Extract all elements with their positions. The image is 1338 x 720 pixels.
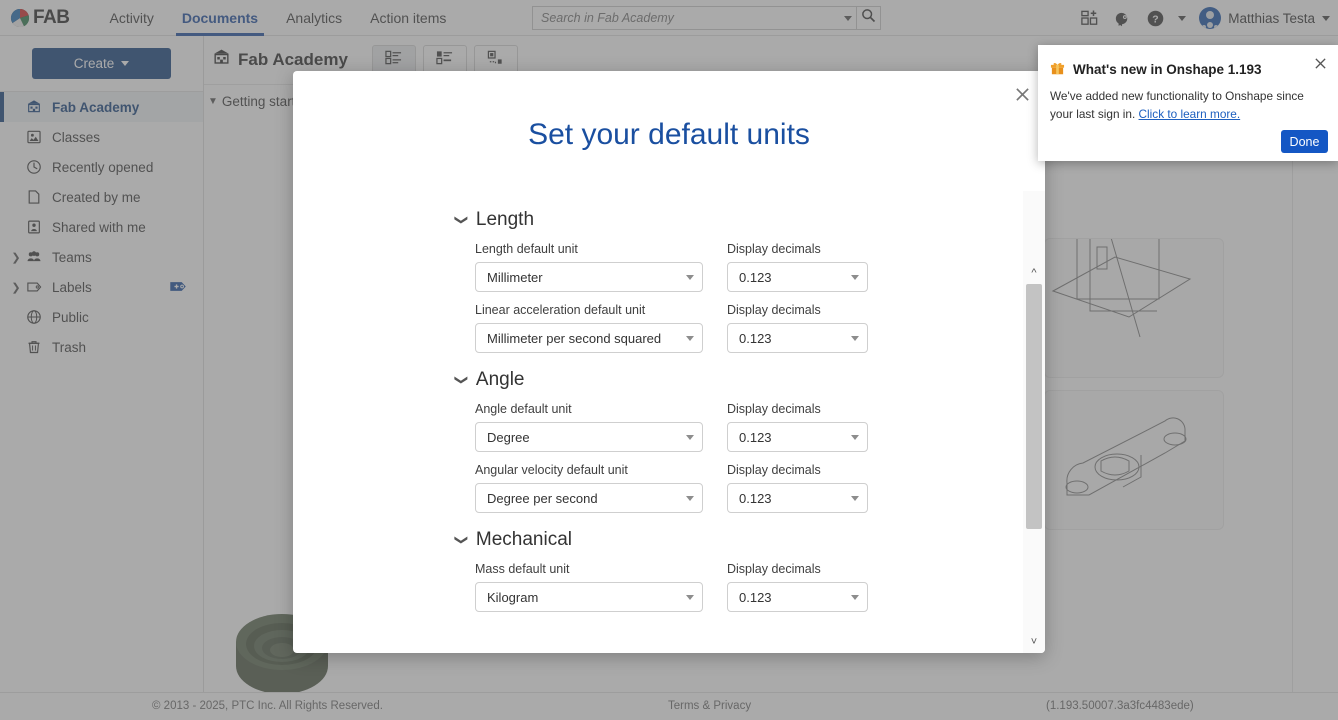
field-label: Display decimals <box>727 402 821 416</box>
field-row: Mass default unit Kilogram Display decim… <box>475 562 1011 612</box>
field-angular-velocity-default-unit: Angular velocity default unit Degree per… <box>475 463 703 513</box>
popover-title-row: What's new in Onshape 1.193 <box>1050 60 1262 78</box>
field-length-decimals: Display decimals 0.123 <box>727 242 868 292</box>
chevron-down-icon <box>851 594 859 600</box>
chevron-down-icon <box>686 335 694 341</box>
angle-decimals-select[interactable]: 0.123 <box>727 422 868 452</box>
field-length-default-unit: Length default unit Millimeter <box>475 242 703 292</box>
field-label: Mass default unit <box>475 562 570 576</box>
field-label: Display decimals <box>727 463 821 477</box>
scroll-up-arrow-icon[interactable]: ^ <box>1023 262 1045 284</box>
field-label: Display decimals <box>727 303 821 317</box>
field-label: Linear acceleration default unit <box>475 303 646 317</box>
select-value: Kilogram <box>487 589 539 605</box>
select-value: Degree <box>487 429 530 445</box>
chevron-down-icon[interactable]: ❯ <box>453 535 469 546</box>
chevron-down-icon <box>851 274 859 280</box>
chevron-down-icon <box>686 434 694 440</box>
done-button[interactable]: Done <box>1281 130 1328 153</box>
mass-decimals-select[interactable]: 0.123 <box>727 582 868 612</box>
select-value: 0.123 <box>739 429 772 445</box>
group-header-length[interactable]: ❯ Length <box>453 209 1011 231</box>
dialog-title: Set your default units <box>528 118 810 151</box>
length-unit-select[interactable]: Millimeter <box>475 262 703 292</box>
dialog-scroll-area: ❯ Length Length default unit Millimeter … <box>293 193 1045 653</box>
chevron-down-icon[interactable]: ❯ <box>453 215 469 226</box>
chevron-down-icon <box>851 434 859 440</box>
scrollbar-track[interactable] <box>1023 284 1045 631</box>
length-decimals-select[interactable]: 0.123 <box>727 262 868 292</box>
close-icon[interactable] <box>1311 54 1329 72</box>
linear-acceleration-unit-select[interactable]: Millimeter per second squared <box>475 323 703 353</box>
field-angular-velocity-decimals: Display decimals 0.123 <box>727 463 868 513</box>
select-value: Millimeter per second squared <box>487 330 662 346</box>
linear-acceleration-decimals-select[interactable]: 0.123 <box>727 323 868 353</box>
close-icon[interactable] <box>1011 83 1033 105</box>
field-row: Linear acceleration default unit Millime… <box>475 303 1011 353</box>
gift-icon <box>1050 60 1065 78</box>
chevron-down-icon <box>686 495 694 501</box>
chevron-down-icon <box>686 594 694 600</box>
group-title: Mechanical <box>475 529 573 550</box>
field-angle-decimals: Display decimals 0.123 <box>727 402 868 452</box>
group-title: Length <box>475 209 535 230</box>
angular-velocity-unit-select[interactable]: Degree per second <box>475 483 703 513</box>
field-angle-default-unit: Angle default unit Degree <box>475 402 703 452</box>
field-row: Length default unit Millimeter Display d… <box>475 242 1011 292</box>
chevron-down-icon <box>851 495 859 501</box>
mass-unit-select[interactable]: Kilogram <box>475 582 703 612</box>
angular-velocity-decimals-select[interactable]: 0.123 <box>727 483 868 513</box>
field-label: Display decimals <box>727 242 821 256</box>
select-value: 0.123 <box>739 490 772 506</box>
field-label: Length default unit <box>475 242 578 256</box>
group-header-mechanical[interactable]: ❯ Mechanical <box>453 529 1011 551</box>
field-row: Angular velocity default unit Degree per… <box>475 463 1011 513</box>
default-units-dialog: Set your default units ❯ Length Length d… <box>293 71 1045 653</box>
chevron-down-icon[interactable]: ❯ <box>453 375 469 386</box>
learn-more-link[interactable]: Click to learn more. <box>1139 107 1241 121</box>
field-row: Angle default unit Degree Display decima… <box>475 402 1011 452</box>
field-label: Angular velocity default unit <box>475 463 628 477</box>
popover-title: What's new in Onshape 1.193 <box>1073 61 1262 77</box>
dialog-scroll-content: ❯ Length Length default unit Millimeter … <box>293 193 1011 612</box>
select-value: Millimeter <box>487 269 543 285</box>
field-mass-decimals: Display decimals 0.123 <box>727 562 868 612</box>
field-mass-default-unit: Mass default unit Kilogram <box>475 562 703 612</box>
select-value: 0.123 <box>739 269 772 285</box>
dialog-scrollbar[interactable]: ^ ˅ <box>1023 191 1045 653</box>
scroll-down-arrow-icon[interactable]: ˅ <box>1023 631 1045 653</box>
field-linear-acceleration-decimals: Display decimals 0.123 <box>727 303 868 353</box>
chevron-down-icon <box>851 335 859 341</box>
select-value: 0.123 <box>739 330 772 346</box>
popover-body: We've added new functionality to Onshape… <box>1050 87 1322 123</box>
select-value: Degree per second <box>487 490 598 506</box>
chevron-down-icon <box>686 274 694 280</box>
field-label: Display decimals <box>727 562 821 576</box>
field-label: Angle default unit <box>475 402 572 416</box>
scrollbar-thumb[interactable] <box>1026 284 1042 529</box>
select-value: 0.123 <box>739 589 772 605</box>
group-title: Angle <box>475 369 525 390</box>
field-linear-acceleration-default-unit: Linear acceleration default unit Millime… <box>475 303 703 353</box>
angle-unit-select[interactable]: Degree <box>475 422 703 452</box>
screenshot-root: FAB Activity Documents Analytics Action … <box>0 0 1338 720</box>
whats-new-popover: What's new in Onshape 1.193 We've added … <box>1038 45 1338 161</box>
group-header-angle[interactable]: ❯ Angle <box>453 369 1011 391</box>
